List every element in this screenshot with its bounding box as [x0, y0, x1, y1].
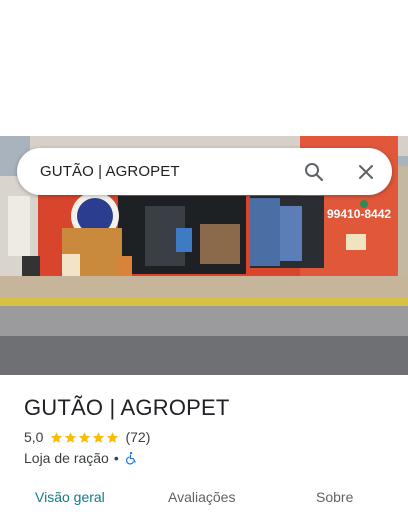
search-box[interactable]: GUTÃO | AGROPET [17, 148, 392, 195]
star-icon [79, 431, 91, 443]
storefront-phone: 99410-8442 [327, 207, 391, 221]
star-icon [51, 431, 63, 443]
search-icon[interactable] [302, 160, 326, 184]
category-row: Loja de ração • [24, 450, 138, 466]
close-icon[interactable] [354, 160, 378, 184]
rating-value: 5,0 [24, 429, 44, 445]
separator-dot: • [113, 450, 119, 466]
rating-row[interactable]: 5,0 (72) [24, 429, 150, 445]
wheelchair-icon [125, 451, 136, 465]
place-tabs: Visão geral Avaliações Sobre [0, 480, 408, 512]
place-category: Loja de ração [24, 450, 109, 466]
review-count[interactable]: (72) [125, 429, 150, 445]
star-icon [107, 431, 119, 443]
tab-about[interactable]: Sobre [316, 489, 353, 505]
tab-overview[interactable]: Visão geral [35, 489, 105, 505]
tab-reviews[interactable]: Avaliações [168, 489, 235, 505]
place-title: GUTÃO | AGROPET [24, 395, 230, 420]
search-input[interactable]: GUTÃO | AGROPET [40, 163, 180, 180]
star-rating [50, 431, 120, 444]
star-icon [65, 431, 77, 443]
star-icon [93, 431, 105, 443]
